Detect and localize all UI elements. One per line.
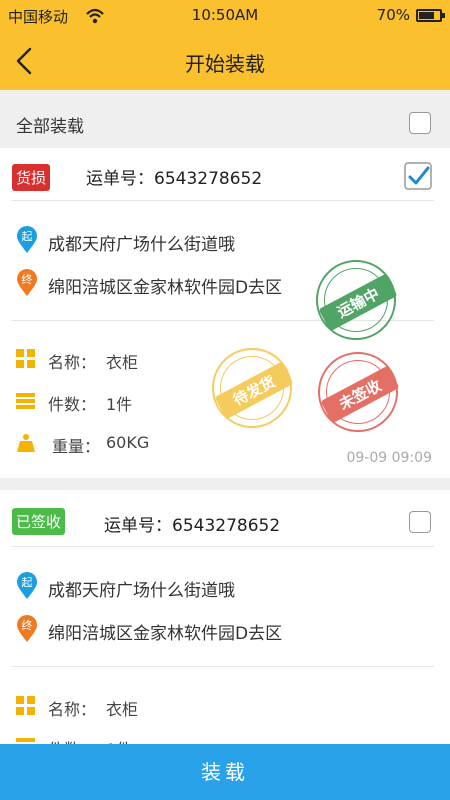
svg-text:起: 起 xyxy=(22,230,33,243)
stack-icon xyxy=(16,738,35,742)
divider xyxy=(12,200,434,201)
stack-icon xyxy=(16,393,35,409)
cargo-count-value: 1件 xyxy=(106,736,132,744)
destination-address: 绵阳涪城区金家林软件园D去区 xyxy=(48,624,283,644)
order-card[interactable]: 货损 运单号：6543278652 起 成都天府广场什么街道哦 终 绵阳涪城区金… xyxy=(0,148,450,478)
order-checkbox-checked[interactable] xyxy=(404,162,432,190)
origin-marker-icon: 起 xyxy=(17,572,37,599)
load-button[interactable]: 装载 xyxy=(0,744,450,800)
cargo-name-label: 名称： xyxy=(48,353,97,372)
battery-percent: 70% xyxy=(376,6,410,24)
origin-marker-icon: 起 xyxy=(17,226,37,253)
cargo-count-label: 件数： xyxy=(48,395,97,414)
select-all-checkbox[interactable] xyxy=(409,112,431,134)
cargo-count-label: 件数： xyxy=(48,736,96,744)
cargo-weight-label: 重量： xyxy=(52,437,101,456)
cargo-name-value: 衣柜 xyxy=(106,700,139,719)
order-number: 运单号：6543278652 xyxy=(104,516,281,536)
svg-text:终: 终 xyxy=(22,272,33,286)
nav-bar: 开始装载 xyxy=(0,32,450,90)
cargo-name-label: 名称： xyxy=(48,700,97,719)
origin-address: 成都天府广场什么街道哦 xyxy=(48,235,235,255)
weight-icon xyxy=(17,434,35,452)
divider xyxy=(12,666,434,667)
pending-stamp: 待发货 xyxy=(212,348,294,428)
cargo-name-value: 衣柜 xyxy=(106,353,139,372)
order-number: 运单号：6543278652 xyxy=(86,169,263,189)
destination-address: 绵阳涪城区金家林软件园D去区 xyxy=(48,278,283,298)
select-all-row[interactable]: 全部装载 xyxy=(0,90,450,148)
origin-address: 成都天府广场什么街道哦 xyxy=(48,581,235,601)
cargo-count-value: 1件 xyxy=(106,395,133,414)
cargo-weight-value: 60KG xyxy=(106,433,150,452)
destination-marker-icon: 终 xyxy=(17,269,37,296)
in-transit-stamp: 运输中 xyxy=(316,260,398,340)
svg-text:起: 起 xyxy=(22,576,33,589)
destination-marker-icon: 终 xyxy=(17,615,37,642)
select-all-label: 全部装载 xyxy=(16,117,84,137)
status-badge: 货损 xyxy=(12,164,51,191)
battery-icon xyxy=(416,9,445,22)
svg-text:终: 终 xyxy=(22,618,33,632)
grid-icon xyxy=(16,696,35,715)
unsigned-stamp: 未签收 xyxy=(318,352,400,432)
status-badge: 已签收 xyxy=(12,508,66,535)
grid-icon xyxy=(16,349,35,368)
status-bar: 中国移动 10:50AM 70% xyxy=(0,0,450,32)
order-checkbox[interactable] xyxy=(409,511,431,533)
page-title: 开始装载 xyxy=(185,52,265,76)
order-card[interactable]: 已签收 运单号：6543278652 起 成都天府广场什么街道哦 终 绵阳涪城区… xyxy=(0,490,450,744)
divider xyxy=(12,546,434,547)
order-timestamp: 09-09 09:09 xyxy=(346,450,432,466)
